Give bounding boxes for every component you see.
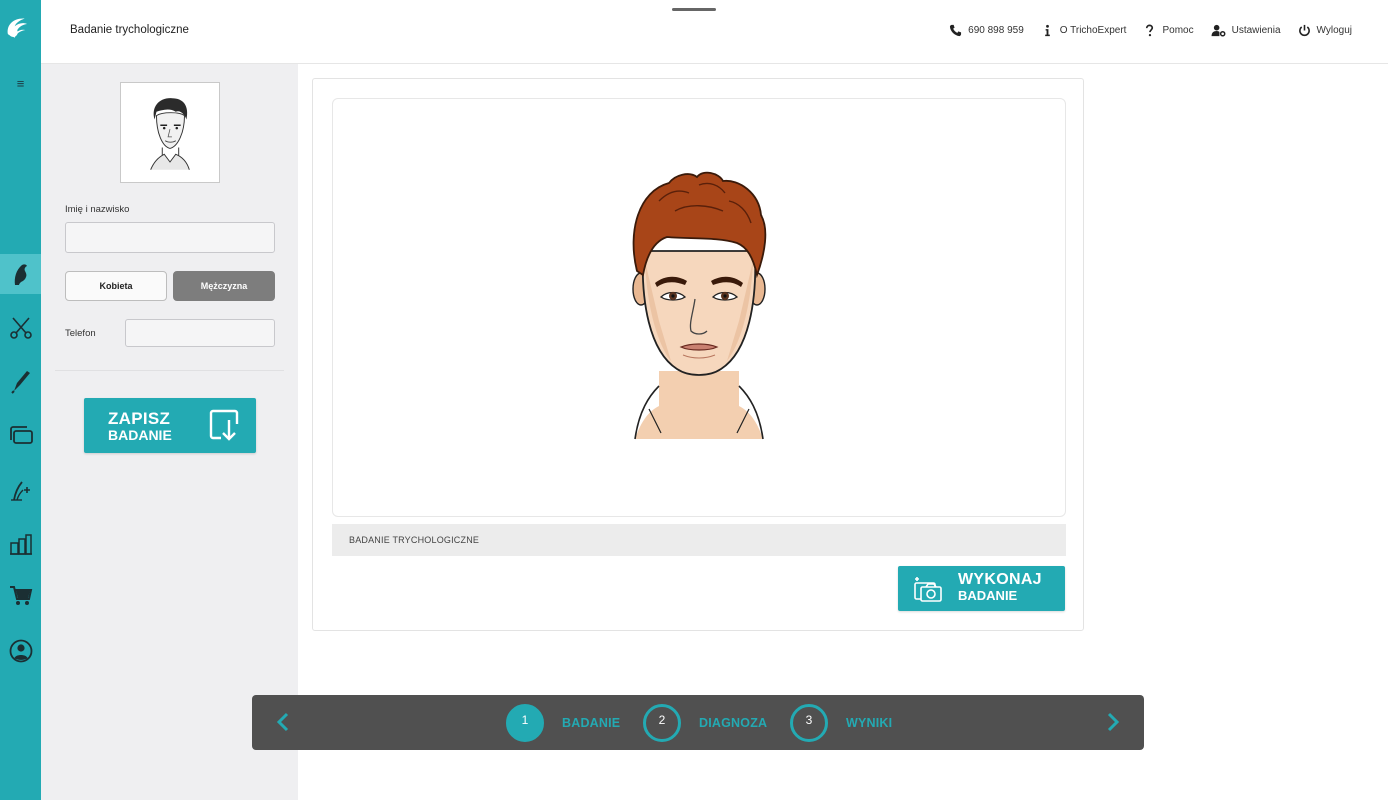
step-2-label: DIAGNOZA [699,716,768,730]
sidebar-item-user[interactable] [0,631,41,671]
hamburger-menu-icon[interactable]: ≡ [0,74,41,94]
add-photo-icon [914,577,942,602]
sidebar-item-hair-add[interactable] [0,469,41,509]
logout-label: Wyloguj [1316,25,1352,36]
sidebar-item-products[interactable] [0,523,41,563]
top-header: Badanie trychologiczne 690 898 959 O Tri… [41,0,1388,64]
phone-icon [950,24,962,37]
razor-icon [10,371,30,394]
sidebar-item-cart[interactable] [0,575,41,615]
drag-handle[interactable] [672,8,716,11]
help-label: Pomoc [1162,25,1194,36]
page-title: Badanie trychologiczne [70,24,189,36]
step-3-number: 3 [790,704,828,742]
about-label: O TrichoExpert [1059,25,1127,36]
name-label: Imię i nazwisko [65,204,130,215]
male-button[interactable]: Mężczyzna [173,271,275,301]
power-icon [1298,24,1310,37]
save-button-line1: ZAPISZ [108,408,171,428]
save-download-icon [209,409,239,441]
save-exam-button[interactable]: ZAPISZ BADANIE [84,398,256,453]
chevron-right-icon [1107,712,1120,732]
step-2-number: 2 [643,704,681,742]
face-illustration-icon [632,171,767,440]
name-input[interactable] [65,222,275,253]
settings-link[interactable]: Ustawienia [1211,24,1281,37]
user-icon [9,639,32,663]
exam-caption: BADANIE TRYCHOLOGICZNE [332,524,1066,556]
step-1-label: BADANIE [562,716,621,730]
app-root: ≡ Badanie trychologiczne 690 898 959 O T… [0,0,1388,800]
female-button[interactable]: Kobieta [65,271,167,301]
help-link[interactable]: Pomoc [1143,24,1194,37]
header-actions: 690 898 959 O TrichoExpert Pomoc Ustawie… [949,24,1352,37]
products-icon [9,534,32,555]
previous-step-button[interactable] [271,709,295,735]
question-icon [1146,24,1154,37]
user-settings-icon [1211,24,1226,37]
save-button-line2: BADANIE [108,426,172,443]
sidebar-item-scissors[interactable] [0,308,41,348]
avatar-face-sketch-icon [150,97,190,170]
perform-button-line1: WYKONAJ [958,571,1042,588]
phone-number: 690 898 959 [968,25,1024,36]
gallery-icon [9,426,33,444]
sidebar-item-hair-exam[interactable] [0,254,47,294]
exam-card: BADANIE TRYCHOLOGICZNE WYKONAJ BADANIE [312,78,1084,631]
phone-label: Telefon [65,328,96,339]
step-1-number: 1 [506,704,544,742]
phone-input[interactable] [125,319,275,347]
step-navigator: 1 BADANIE 2 DIAGNOZA 3 WYNIKI [252,695,1144,750]
client-panel: Imię i nazwisko Kobieta Mężczyzna Telefo… [41,64,298,800]
step-1[interactable]: 1 BADANIE [506,704,620,742]
phone-link[interactable]: 690 898 959 [949,24,1024,37]
scissors-icon [9,317,32,339]
logout-link[interactable]: Wyloguj [1298,24,1352,37]
avatar[interactable] [120,82,220,183]
chevron-left-icon [276,712,289,732]
step-3-label: WYNIKI [846,716,893,730]
step-2[interactable]: 2 DIAGNOZA [643,704,767,742]
image-viewer[interactable] [332,98,1066,517]
settings-label: Ustawienia [1231,25,1281,36]
perform-button-line2: BADANIE [958,588,1018,603]
hair-profile-icon [14,264,27,285]
hair-add-icon [10,481,30,501]
panel-divider [55,370,284,371]
next-step-button[interactable] [1101,709,1125,735]
sidebar-item-razor[interactable] [0,361,41,401]
logo-icon[interactable] [4,14,36,48]
sidebar-rail: ≡ [0,0,47,800]
perform-exam-button[interactable]: WYKONAJ BADANIE [898,566,1065,611]
about-link[interactable]: O TrichoExpert [1041,24,1127,37]
step-3[interactable]: 3 WYNIKI [790,704,892,742]
info-icon [1044,24,1050,37]
sidebar-item-gallery[interactable] [0,415,41,455]
cart-icon [9,586,32,605]
